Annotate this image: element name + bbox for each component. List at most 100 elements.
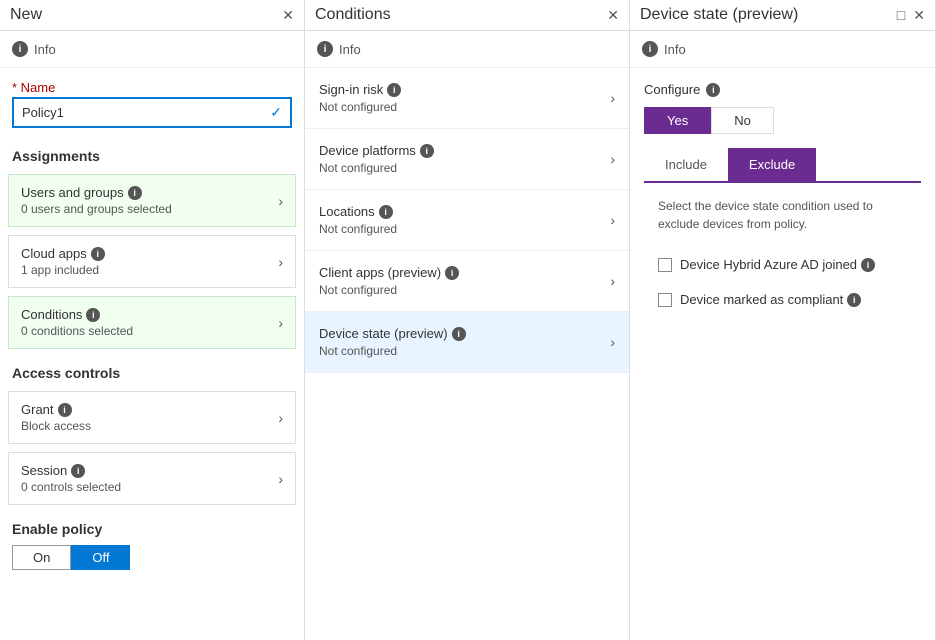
condition-info-icon[interactable]: i: [445, 266, 459, 280]
grant-chevron-icon: ›: [278, 410, 283, 426]
condition-content: Client apps (preview) i Not configured: [319, 265, 459, 297]
cloud-apps-chevron-icon: ›: [278, 254, 283, 270]
conditions-row[interactable]: Conditions i 0 conditions selected ›: [8, 296, 296, 349]
condition-info-icon[interactable]: i: [387, 83, 401, 97]
yes-no-buttons: Yes No: [644, 107, 921, 134]
session-sub: 0 controls selected: [21, 480, 121, 494]
users-groups-sub: 0 users and groups selected: [21, 202, 172, 216]
session-chevron-icon: ›: [278, 471, 283, 487]
conditions-chevron-icon: ›: [278, 315, 283, 331]
middle-panel: Conditions ✕ i Info Sign-in risk i Not c…: [305, 0, 630, 640]
condition-info-icon[interactable]: i: [452, 327, 466, 341]
condition-row[interactable]: Client apps (preview) i Not configured ›: [305, 251, 629, 312]
cloud-apps-content: Cloud apps i 1 app included: [21, 246, 105, 277]
checkbox-input[interactable]: [658, 293, 672, 307]
condition-title: Device platforms i: [319, 143, 434, 158]
right-panel-title: Device state (preview): [640, 6, 798, 24]
condition-chevron-icon: ›: [610, 273, 615, 289]
description-text: Select the device state condition used t…: [644, 197, 921, 247]
right-info-bar: i Info: [630, 31, 935, 68]
left-panel: New ✕ i Info * Name Policy1 ✓ Assignment…: [0, 0, 305, 640]
cloud-apps-sub: 1 app included: [21, 263, 105, 277]
condition-info-icon[interactable]: i: [420, 144, 434, 158]
conditions-list: Sign-in risk i Not configured › Device p…: [305, 68, 629, 373]
condition-row[interactable]: Sign-in risk i Not configured ›: [305, 68, 629, 129]
left-info-text: Info: [34, 42, 56, 57]
left-panel-title: New: [10, 6, 42, 24]
condition-row[interactable]: Locations i Not configured ›: [305, 190, 629, 251]
users-groups-info-icon[interactable]: i: [128, 186, 142, 200]
no-button[interactable]: No: [711, 107, 774, 134]
close-icon[interactable]: ✕: [282, 7, 294, 24]
condition-sub: Not configured: [319, 344, 466, 358]
right-info-text: Info: [664, 42, 686, 57]
checkbox-label: Device Hybrid Azure AD joined i: [680, 257, 875, 272]
grant-info-icon[interactable]: i: [58, 403, 72, 417]
condition-row[interactable]: Device platforms i Not configured ›: [305, 129, 629, 190]
grant-content: Grant i Block access: [21, 402, 91, 433]
checkbox-row: Device Hybrid Azure AD joined i: [644, 247, 921, 282]
toggle-buttons: On Off: [12, 545, 292, 570]
condition-content: Locations i Not configured: [319, 204, 397, 236]
left-panel-header: New ✕: [0, 0, 304, 31]
middle-panel-header-icons: ✕: [607, 7, 619, 24]
enable-policy-section: Enable policy On Off: [0, 509, 304, 582]
close-icon-right[interactable]: ✕: [913, 7, 925, 24]
toggle-off-button[interactable]: Off: [71, 545, 130, 570]
cloud-apps-row[interactable]: Cloud apps i 1 app included ›: [8, 235, 296, 288]
name-input[interactable]: Policy1 ✓: [12, 97, 292, 128]
maximize-icon[interactable]: □: [897, 7, 905, 23]
info-icon-right: i: [642, 41, 658, 57]
grant-row[interactable]: Grant i Block access ›: [8, 391, 296, 444]
condition-chevron-icon: ›: [610, 90, 615, 106]
enable-policy-label: Enable policy: [12, 521, 292, 537]
yes-button[interactable]: Yes: [644, 107, 711, 134]
close-icon-middle[interactable]: ✕: [607, 7, 619, 24]
condition-title: Sign-in risk i: [319, 82, 401, 97]
cloud-apps-info-icon[interactable]: i: [91, 247, 105, 261]
conditions-info-icon[interactable]: i: [86, 308, 100, 322]
info-icon-left: i: [12, 41, 28, 57]
session-content: Session i 0 controls selected: [21, 463, 121, 494]
toggle-on-button[interactable]: On: [12, 545, 71, 570]
left-panel-header-icons: ✕: [282, 7, 294, 24]
checkmark-icon: ✓: [270, 104, 282, 121]
session-row[interactable]: Session i 0 controls selected ›: [8, 452, 296, 505]
middle-panel-title: Conditions: [315, 6, 391, 24]
condition-content: Device platforms i Not configured: [319, 143, 434, 175]
condition-title: Device state (preview) i: [319, 326, 466, 341]
checkbox-label: Device marked as compliant i: [680, 292, 861, 307]
condition-title: Locations i: [319, 204, 397, 219]
tab-include[interactable]: Include: [644, 148, 728, 181]
condition-sub: Not configured: [319, 222, 397, 236]
middle-info-text: Info: [339, 42, 361, 57]
condition-content: Sign-in risk i Not configured: [319, 82, 401, 114]
right-panel: Device state (preview) □ ✕ i Info Config…: [630, 0, 936, 640]
condition-info-icon[interactable]: i: [379, 205, 393, 219]
checkbox-info-icon[interactable]: i: [847, 293, 861, 307]
condition-chevron-icon: ›: [610, 212, 615, 228]
grant-sub: Block access: [21, 419, 91, 433]
users-groups-title: Users and groups i: [21, 185, 172, 200]
users-groups-content: Users and groups i 0 users and groups se…: [21, 185, 172, 216]
configure-label: Configure i: [644, 82, 921, 97]
configure-info-icon[interactable]: i: [706, 83, 720, 97]
session-title: Session i: [21, 463, 121, 478]
tab-exclude[interactable]: Exclude: [728, 148, 816, 181]
left-info-bar: i Info: [0, 31, 304, 68]
session-info-icon[interactable]: i: [71, 464, 85, 478]
condition-title: Client apps (preview) i: [319, 265, 459, 280]
checkbox-input[interactable]: [658, 258, 672, 272]
conditions-sub: 0 conditions selected: [21, 324, 133, 338]
condition-row[interactable]: Device state (preview) i Not configured …: [305, 312, 629, 373]
access-controls-header: Access controls: [0, 353, 304, 387]
conditions-content: Conditions i 0 conditions selected: [21, 307, 133, 338]
right-panel-header: Device state (preview) □ ✕: [630, 0, 935, 31]
checkbox-info-icon[interactable]: i: [861, 258, 875, 272]
configure-section: Configure i Yes No Include Exclude Selec…: [630, 68, 935, 331]
users-groups-row[interactable]: Users and groups i 0 users and groups se…: [8, 174, 296, 227]
grant-title: Grant i: [21, 402, 91, 417]
info-icon-middle: i: [317, 41, 333, 57]
right-panel-header-icons: □ ✕: [897, 7, 925, 24]
conditions-title: Conditions i: [21, 307, 133, 322]
